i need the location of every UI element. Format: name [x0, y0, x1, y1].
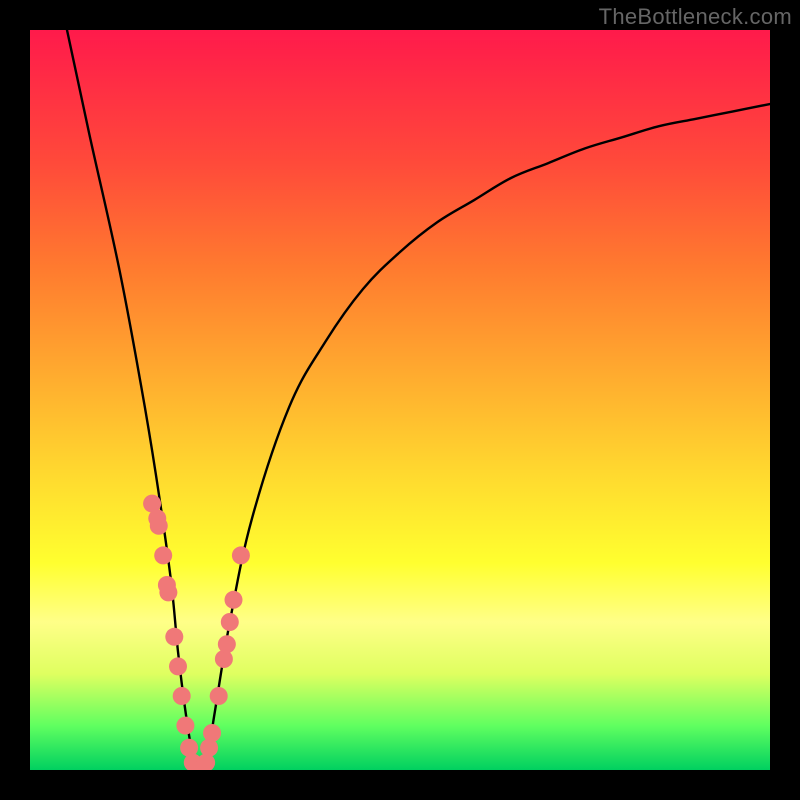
marker-dot [232, 546, 250, 564]
marker-dot [218, 635, 236, 653]
plot-area [30, 30, 770, 770]
chart-svg [30, 30, 770, 770]
marker-dot [200, 739, 218, 757]
marker-dot [173, 687, 191, 705]
marker-dot [221, 613, 239, 631]
marker-dot [176, 717, 194, 735]
marker-dot [150, 517, 168, 535]
sample-points [143, 495, 250, 770]
marker-dot [169, 657, 187, 675]
marker-dot [215, 650, 233, 668]
marker-dot [203, 724, 221, 742]
bottleneck-curve [67, 30, 770, 770]
watermark-text: TheBottleneck.com [599, 4, 792, 30]
chart-stage: TheBottleneck.com [0, 0, 800, 800]
marker-dot [225, 591, 243, 609]
marker-dot [165, 628, 183, 646]
marker-dot [210, 687, 228, 705]
marker-dot [154, 546, 172, 564]
marker-dot [159, 583, 177, 601]
